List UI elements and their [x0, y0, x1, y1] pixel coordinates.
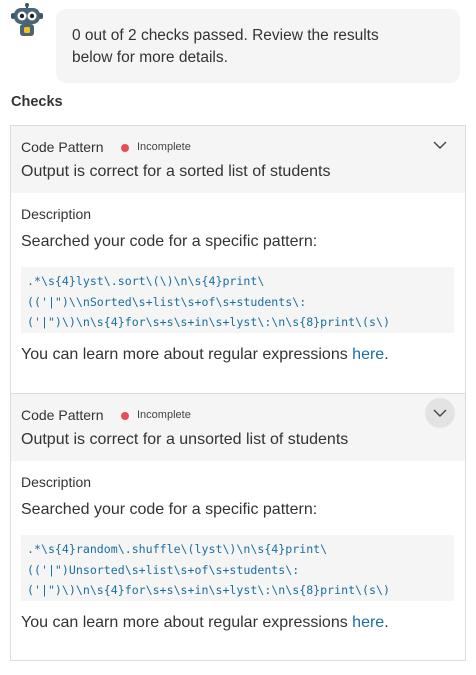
check-header[interactable]: Code Pattern Incomplete Output is correc…: [11, 394, 465, 461]
learn-more-link[interactable]: here: [352, 346, 384, 363]
learn-more-prefix: You can learn more about regular express…: [21, 614, 353, 631]
message-line: below for more details.: [72, 49, 228, 66]
check-title: Output is correct for a unsorted list of…: [21, 431, 349, 448]
chevron-down-icon[interactable]: [425, 398, 455, 428]
status-badge: Incomplete: [137, 409, 191, 421]
description-text: Searched your code for a specific patter…: [21, 233, 318, 250]
check-card: Code Pattern Incomplete Output is correc…: [10, 125, 466, 393]
status-badge: Incomplete: [137, 141, 191, 153]
code-line: .*\s{4}lyst\.sort\(\)\n\s{4}print\: [27, 274, 265, 288]
status-dot-icon: [121, 412, 129, 420]
check-card: Code Pattern Incomplete Output is correc…: [10, 393, 466, 661]
code-line: ('|")\)\n\s{4}for\s+s\s+in\s+lyst\:\n\s{…: [27, 583, 390, 597]
learn-more-text: You can learn more about regular express…: [21, 346, 389, 364]
message-line: 0 out of 2 checks passed. Review the res…: [72, 27, 379, 44]
robot-avatar-icon: [10, 3, 44, 37]
chevron-down-icon[interactable]: [425, 130, 455, 160]
code-line: (('|")\\nSorted\s+list\s+of\s+students\:: [27, 294, 307, 309]
pattern-code-block: .*\s{4}lyst\.sort\(\)\n\s{4}print\ (('|")…: [21, 267, 454, 333]
status-dot-icon: [121, 144, 129, 152]
chat-message: 0 out of 2 checks passed. Review the res…: [0, 0, 476, 90]
description-label: Description: [21, 474, 92, 490]
learn-more-suffix: .: [384, 346, 389, 363]
check-header[interactable]: Code Pattern Incomplete Output is correc…: [11, 126, 465, 193]
description-label: Description: [21, 206, 92, 222]
learn-more-link[interactable]: here: [352, 614, 384, 631]
learn-more-suffix: .: [384, 614, 389, 631]
code-line: .*\s{4}random\.shuffle\(lyst\)\n\s{4}pri…: [27, 542, 328, 556]
chat-bubble: 0 out of 2 checks passed. Review the res…: [56, 9, 460, 83]
code-line: (('|")Unsorted\s+list\s+of\s+students\:: [27, 562, 300, 577]
check-type-label: Code Pattern: [21, 407, 104, 423]
learn-more-prefix: You can learn more about regular express…: [21, 346, 353, 363]
pattern-code-block: .*\s{4}random\.shuffle\(lyst\)\n\s{4}pri…: [21, 535, 454, 601]
check-type-label: Code Pattern: [21, 139, 104, 155]
description-text: Searched your code for a specific patter…: [21, 501, 318, 518]
code-line: ('|")\)\n\s{4}for\s+s\s+in\s+lyst\:\n\s{…: [27, 315, 390, 329]
learn-more-text: You can learn more about regular express…: [21, 614, 389, 632]
section-title: Checks: [11, 94, 63, 110]
check-title: Output is correct for a sorted list of s…: [21, 163, 331, 180]
